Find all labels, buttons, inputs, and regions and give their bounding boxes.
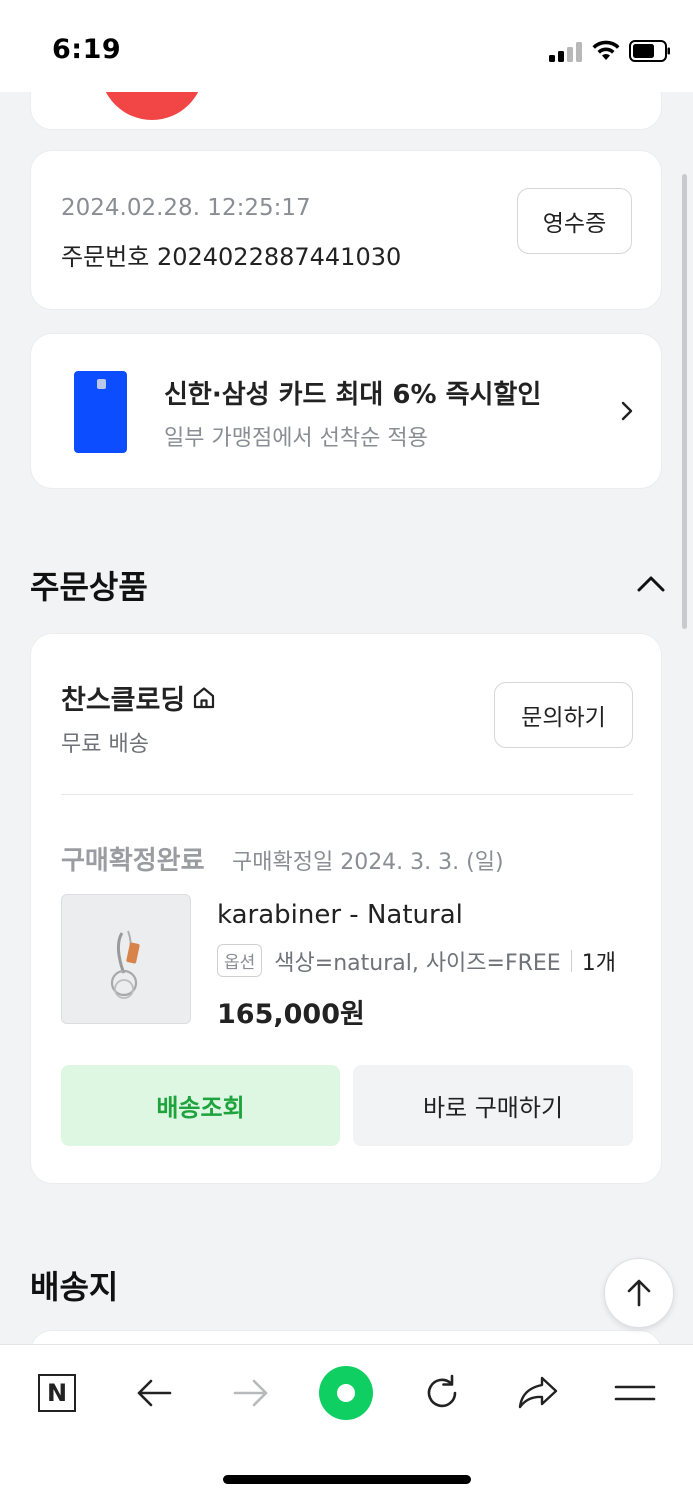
order-number: 주문번호 2024022887441030 [61,243,402,271]
status-time: 6:19 [52,34,122,65]
divider [61,794,633,795]
track-delivery-button[interactable]: 배송조회 [61,1065,340,1146]
product-price: 165,000원 [217,999,365,1030]
product-name[interactable]: karabiner - Natural [217,900,463,930]
option-separator [570,949,572,972]
back-arrow-icon [137,1379,172,1407]
share-button[interactable] [516,1371,560,1415]
signal-icon [549,42,583,62]
section-title-ordered-products: 주문상품 [30,568,148,606]
product-option: 색상=natural, 사이즈=FREE [274,950,561,976]
home-icon [194,686,215,708]
share-icon [518,1376,558,1409]
ordered-product-card: 찬스클로딩 무료 배송 문의하기 구매확정완료 구매확정일 2024. 3. 3… [30,633,662,1184]
back-button[interactable] [132,1371,176,1415]
option-badge: 옵션 [217,944,263,977]
buy-again-button[interactable]: 바로 구매하기 [353,1065,633,1146]
forward-arrow-icon [233,1379,268,1407]
refresh-button[interactable] [420,1371,464,1415]
home-indicator [223,1475,471,1484]
seller-name-label: 찬스클로딩 [61,685,186,716]
status-bar: 6:19 [0,0,693,92]
battery-icon [629,40,670,62]
card-promo-banner[interactable]: 신한·삼성 카드 최대 6% 즉시할인 일부 가맹점에서 선착순 적용 [30,333,662,489]
credit-card-icon [74,371,127,453]
refresh-icon [427,1374,457,1408]
forward-button[interactable] [229,1371,273,1415]
green-dot-button[interactable] [319,1366,373,1420]
scroll-to-top-button[interactable] [604,1258,674,1328]
karabiner-image [110,930,140,999]
promo-title: 신한·삼성 카드 최대 6% 즉시할인 [164,380,542,410]
product-option-row: 옵션 색상=natural, 사이즈=FREE 1개 [217,944,616,977]
seller-name[interactable]: 찬스클로딩 [61,678,217,717]
naver-n-icon[interactable]: N [35,1371,79,1415]
scrollbar[interactable] [682,174,687,629]
menu-icon [614,1385,656,1401]
browser-toolbar: N [0,1344,693,1500]
menu-button[interactable] [613,1371,657,1415]
inquiry-button[interactable]: 문의하기 [494,682,633,748]
shipping-fee: 무료 배송 [61,732,149,757]
order-datetime: 2024.02.28. 12:25:17 [61,195,311,221]
purchase-confirm-date: 구매확정일 2024. 3. 3. (일) [232,850,504,875]
order-detail-content[interactable]: 2024.02.28. 12:25:17 주문번호 20240228874410… [0,92,693,1344]
product-image[interactable] [61,894,191,1024]
receipt-button[interactable]: 영수증 [517,188,632,254]
order-info-card: 2024.02.28. 12:25:17 주문번호 20240228874410… [30,150,662,310]
chevron-right-icon [621,401,633,421]
wifi-icon [592,40,620,60]
chevron-up-icon[interactable] [636,574,666,594]
green-dot-icon [337,1384,355,1402]
purchase-status: 구매확정완료 [61,846,205,876]
arrow-up-icon [627,1279,651,1307]
shipping-address-card [30,1330,662,1344]
naver-n-logo: N [38,1374,76,1412]
product-quantity: 1개 [581,950,616,976]
section-title-shipping-address: 배송지 [30,1268,119,1306]
promo-subtitle: 일부 가맹점에서 선착순 적용 [164,426,428,451]
